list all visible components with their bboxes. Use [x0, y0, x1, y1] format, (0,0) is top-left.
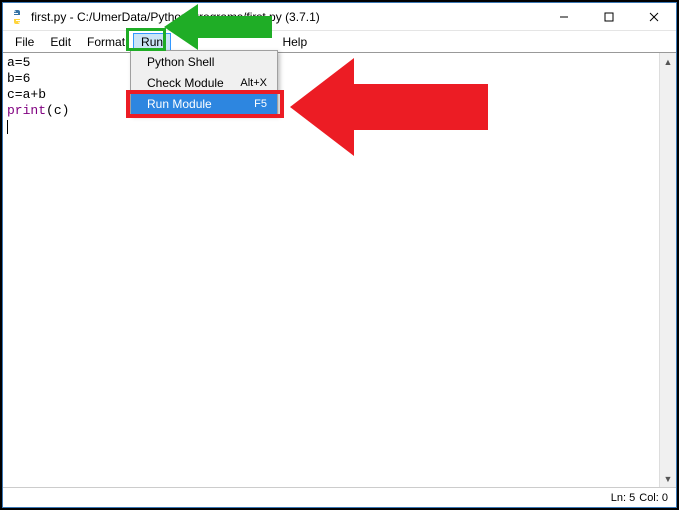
menu-python-shell-label: Python Shell	[147, 55, 267, 69]
menu-check-module-shortcut: Alt+X	[240, 77, 267, 89]
maximize-button[interactable]	[586, 3, 631, 30]
menu-help[interactable]: Help	[274, 33, 315, 51]
run-menu-dropdown: Python Shell Check Module Alt+X Run Modu…	[130, 50, 278, 115]
titlebar: first.py - C:/UmerData/Python Programs/f…	[3, 3, 676, 31]
scroll-down-icon[interactable]: ▼	[660, 470, 676, 487]
code-editor[interactable]: a=5 b=6 c=a+b print(c)	[3, 53, 659, 487]
statusbar: Ln: 5 Col: 0	[3, 487, 676, 507]
menu-format[interactable]: Format	[79, 33, 133, 51]
vertical-scrollbar[interactable]: ▲ ▼	[659, 53, 676, 487]
menu-run-module-label: Run Module	[147, 97, 254, 111]
code-line-4b: (c)	[46, 103, 69, 118]
python-icon	[9, 9, 25, 25]
menu-run[interactable]: Run	[133, 33, 171, 51]
menu-file[interactable]: File	[7, 33, 42, 51]
menubar: File Edit Format Run Options Window Help	[3, 31, 676, 53]
idle-window: first.py - C:/UmerData/Python Programs/f…	[2, 2, 677, 508]
code-line-1: a=5	[7, 55, 30, 70]
menu-run-module[interactable]: Run Module F5	[131, 93, 277, 114]
menu-edit[interactable]: Edit	[42, 33, 79, 51]
menu-check-module-label: Check Module	[147, 76, 240, 90]
code-line-3: c=a+b	[7, 87, 46, 102]
window-title: first.py - C:/UmerData/Python Programs/f…	[31, 10, 541, 24]
menu-check-module[interactable]: Check Module Alt+X	[131, 72, 277, 93]
editor-area: a=5 b=6 c=a+b print(c) ▲ ▼	[3, 53, 676, 487]
window-controls	[541, 3, 676, 30]
status-col: Col: 0	[639, 492, 668, 504]
status-line: Ln: 5	[611, 492, 635, 504]
close-button[interactable]	[631, 3, 676, 30]
minimize-button[interactable]	[541, 3, 586, 30]
menu-python-shell[interactable]: Python Shell	[131, 51, 277, 72]
code-keyword-print: print	[7, 103, 46, 118]
menu-run-module-shortcut: F5	[254, 98, 267, 110]
code-line-2: b=6	[7, 71, 30, 86]
text-cursor	[7, 120, 8, 134]
scroll-up-icon[interactable]: ▲	[660, 53, 676, 70]
